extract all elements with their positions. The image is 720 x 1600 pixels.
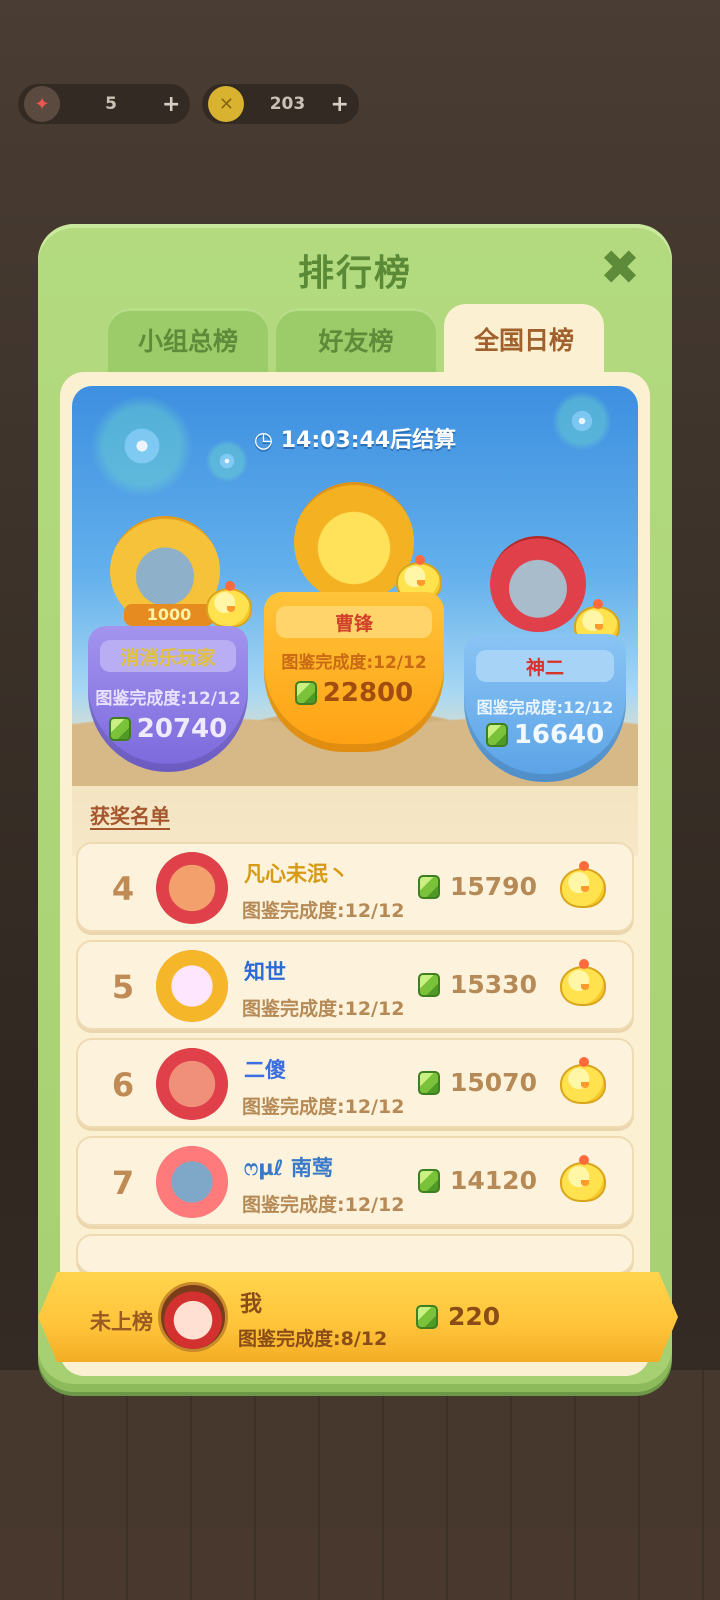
- player-name: 知世: [244, 960, 286, 984]
- add-item-button[interactable]: +: [162, 92, 180, 117]
- gem-icon: [418, 1168, 440, 1193]
- player-score-value: 15070: [450, 1068, 537, 1097]
- my-rank-banner[interactable]: 未上榜 我 图鉴完成度:8/12 220: [38, 1272, 678, 1362]
- chick-icon: [560, 861, 606, 908]
- avatar: [156, 852, 228, 924]
- podium-third[interactable]: 神二 图鉴完成度:12/12 16640: [464, 536, 626, 796]
- add-coins-button[interactable]: +: [330, 92, 348, 117]
- leaderboard-tabs: 小组总榜 好友榜 全国日榜: [108, 304, 604, 374]
- my-score-value: 220: [448, 1302, 501, 1331]
- podium-name: 曹锋: [276, 606, 432, 638]
- table-row[interactable]: 5 知世 图鉴完成度:12/12 15330: [76, 940, 634, 1030]
- gem-icon: [418, 1070, 440, 1095]
- tab-group-total[interactable]: 小组总榜: [108, 308, 268, 372]
- player-score: 15070: [418, 1068, 537, 1097]
- gem-icon: [485, 723, 508, 747]
- rank-number: 7: [111, 1164, 135, 1202]
- item-counter: ✦ 5 +: [18, 84, 191, 124]
- player-score: 15790: [418, 872, 537, 901]
- podium-progress: 图鉴完成度:12/12: [476, 698, 614, 717]
- gem-icon: [418, 874, 440, 899]
- podium-progress: 图鉴完成度:12/12: [95, 689, 241, 709]
- podium-avatar: [490, 536, 586, 632]
- podium-first[interactable]: 曹锋 图鉴完成度:12/12 22800: [264, 482, 444, 772]
- gem-icon: [418, 972, 440, 997]
- podium-second[interactable]: 1000 消消乐玩家 图鉴完成度:12/12 20740: [88, 516, 252, 786]
- clock-icon: ◷: [253, 428, 274, 453]
- chick-icon: [560, 1155, 606, 1202]
- podium-score-value: 16640: [513, 720, 605, 750]
- my-avatar: [158, 1282, 228, 1352]
- chick-icon: [560, 1057, 606, 1104]
- rank-number: 5: [111, 968, 135, 1006]
- my-score: 220: [416, 1302, 500, 1331]
- rank-number: 6: [111, 1066, 135, 1104]
- gem-icon: [294, 681, 317, 705]
- avatar: [156, 950, 228, 1022]
- leaderboard-panel: ◷ 14:03:44后结算 1000 消消乐玩家 图鉴完成度:12/12 207…: [60, 372, 650, 1376]
- podium-score: 16640: [464, 720, 626, 750]
- countdown-timer: ◷ 14:03:44后结算: [72, 422, 638, 454]
- resource-bar: ✦ 5 + ✕ 203 +: [18, 84, 359, 128]
- avatar: [156, 1048, 228, 1120]
- podium-progress: 图鉴完成度:12/12: [281, 653, 427, 673]
- badge-1000: 1000: [124, 604, 214, 626]
- countdown-suffix: 后结算: [390, 428, 457, 453]
- rank-number: 4: [111, 870, 135, 908]
- ranking-list: 4 凡心未泯丶 图鉴完成度:12/12 15790 5 知世 图鉴完成度:12/…: [76, 842, 634, 1282]
- player-name: ෆµℓ 南莺: [244, 1156, 333, 1180]
- floor: [0, 1370, 720, 1600]
- modal-title: 排行榜: [297, 253, 412, 294]
- section-title: 获奖名单: [90, 804, 170, 828]
- item-count: 5: [105, 94, 117, 114]
- avatar: [156, 1146, 228, 1218]
- podium-score: 22800: [264, 678, 444, 708]
- gem-icon: [108, 717, 131, 741]
- table-row[interactable]: 6 二傻 图鉴完成度:12/12 15070: [76, 1038, 634, 1128]
- coin-icon: ✕: [208, 86, 245, 122]
- player-progress: 图鉴完成度:12/12: [242, 1096, 405, 1118]
- countdown-time: 14:03:44: [280, 428, 391, 453]
- podium-name: 消消乐玩家: [100, 640, 236, 672]
- player-progress: 图鉴完成度:12/12: [242, 900, 405, 922]
- player-progress: 图鉴完成度:12/12: [242, 1194, 405, 1216]
- tab-national-daily[interactable]: 全国日榜: [444, 304, 604, 374]
- leaderboard-modal: 排行榜 ✖ 小组总榜 好友榜 全国日榜 ◷ 14:03:44后结算 1000 消…: [38, 224, 672, 1392]
- close-icon[interactable]: ✖: [598, 244, 642, 292]
- chick-icon: [560, 959, 606, 1006]
- podium-score-value: 20740: [136, 714, 228, 744]
- podium-area: ◷ 14:03:44后结算 1000 消消乐玩家 图鉴完成度:12/12 207…: [72, 386, 638, 856]
- my-progress: 图鉴完成度:8/12: [238, 1328, 388, 1350]
- my-name: 我: [240, 1292, 263, 1317]
- player-score-value: 14120: [450, 1166, 537, 1195]
- table-row[interactable]: 7 ෆµℓ 南莺 图鉴完成度:12/12 14120: [76, 1136, 634, 1226]
- player-score-value: 15790: [450, 872, 537, 901]
- player-score: 14120: [418, 1166, 537, 1195]
- gem-icon: [416, 1304, 438, 1329]
- coin-counter: ✕ 203 +: [202, 84, 359, 124]
- podium-score-value: 22800: [322, 678, 414, 708]
- table-row[interactable]: 4 凡心未泯丶 图鉴完成度:12/12 15790: [76, 842, 634, 932]
- player-progress: 图鉴完成度:12/12: [242, 998, 405, 1020]
- player-score-value: 15330: [450, 970, 537, 999]
- table-row-partial[interactable]: [76, 1234, 634, 1274]
- firecracker-icon: ✦: [24, 86, 60, 122]
- tab-friends[interactable]: 好友榜: [276, 308, 436, 372]
- coin-count: 203: [269, 94, 306, 114]
- my-rank-status: 未上榜: [90, 1310, 153, 1334]
- podium-score: 20740: [88, 714, 248, 744]
- podium-name: 神二: [476, 650, 614, 682]
- chick-icon: [206, 581, 252, 628]
- player-name: 二傻: [244, 1058, 286, 1082]
- player-name: 凡心未泯丶: [244, 862, 349, 886]
- player-score: 15330: [418, 970, 537, 999]
